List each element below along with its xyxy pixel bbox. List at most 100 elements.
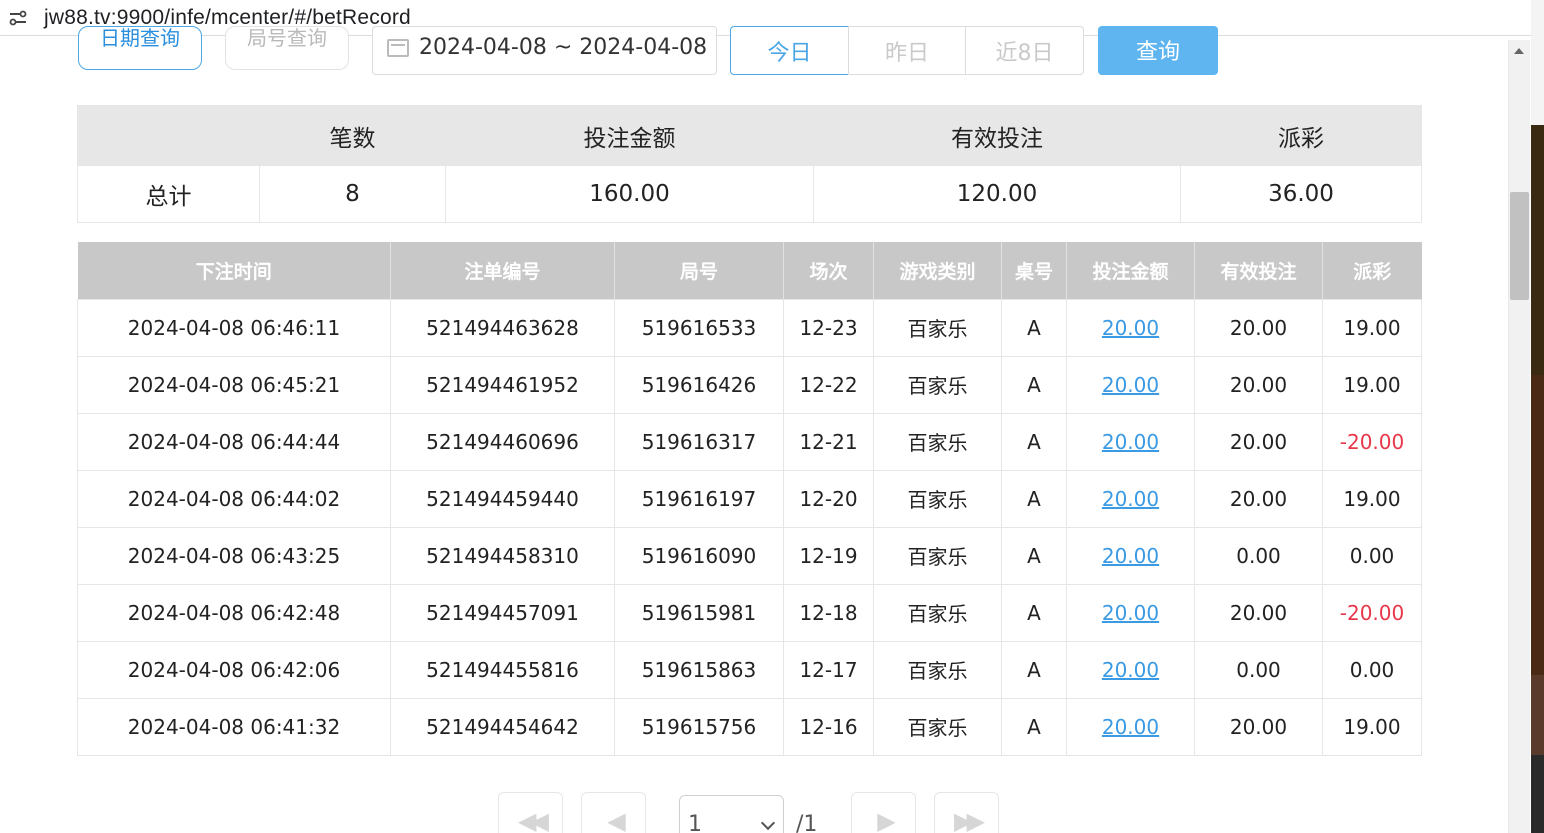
last-8-days-button[interactable]: 近8日 [965, 26, 1084, 75]
table-row: 2024-04-08 06:45:21 521494461952 519616426… [77, 355, 1422, 414]
bet-records-table: 下注时间 注单编号 局号 场次 游戏类别 桌号 投注金额 有效投注 派彩 202… [77, 242, 1422, 756]
cell-bet-time: 2024-04-08 06:42:06 [77, 640, 391, 699]
yesterday-button[interactable]: 昨日 [848, 26, 966, 75]
first-page-icon: ◀◀ [518, 807, 549, 833]
cell-bet-amount-link[interactable]: 20.00 [1066, 526, 1195, 585]
date-range-value: 2024-04-08 ~ 2024-04-08 [419, 35, 708, 60]
cell-bet-amount-link[interactable]: 20.00 [1066, 583, 1195, 642]
records-header-row: 下注时间 注单编号 局号 场次 游戏类别 桌号 投注金额 有效投注 派彩 [77, 242, 1422, 299]
calendar-icon [387, 39, 409, 57]
header-bet-time: 下注时间 [77, 242, 391, 299]
table-row: 2024-04-08 06:44:44 521494460696 519616317… [77, 412, 1422, 471]
table-row: 2024-04-08 06:42:06 521494455816 519615863… [77, 640, 1422, 699]
prev-page-button[interactable]: ◀ [581, 792, 646, 833]
summary-header-bet-amount: 投注金额 [445, 105, 814, 166]
cell-table-number: A [1001, 355, 1067, 414]
prev-page-icon: ◀ [607, 807, 626, 833]
cell-valid-bet: 20.00 [1194, 583, 1323, 642]
cell-payout: 19.00 [1322, 355, 1422, 414]
header-bet-amount: 投注金额 [1066, 242, 1195, 299]
cell-bet-amount-link[interactable]: 20.00 [1066, 412, 1195, 471]
cell-payout: 19.00 [1322, 697, 1422, 756]
summary-header-payout: 派彩 [1180, 105, 1422, 166]
summary-total-label: 总计 [77, 165, 260, 223]
cell-session: 12-23 [783, 298, 874, 357]
cell-round-number: 519616317 [614, 412, 784, 471]
table-row: 2024-04-08 06:42:48 521494457091 519615981… [77, 583, 1422, 642]
chevron-down-icon [760, 815, 776, 831]
summary-header-row: 笔数 投注金额 有效投注 派彩 [77, 105, 1422, 166]
cell-bet-amount-link[interactable]: 20.00 [1066, 697, 1195, 756]
cell-round-number: 519616533 [614, 298, 784, 357]
cell-order-number: 521494458310 [390, 526, 615, 585]
cell-round-number: 519616197 [614, 469, 784, 528]
cell-table-number: A [1001, 298, 1067, 357]
header-game-type: 游戏类别 [873, 242, 1002, 299]
cell-bet-amount-link[interactable]: 20.00 [1066, 298, 1195, 357]
summary-table: 笔数 投注金额 有效投注 派彩 总计 8 160.00 120.00 36.00 [77, 105, 1422, 223]
cell-session: 12-21 [783, 412, 874, 471]
summary-total-valid-bet: 120.00 [813, 165, 1181, 223]
page-scrollbar[interactable] [1508, 40, 1530, 833]
cell-order-number: 521494454642 [390, 697, 615, 756]
cell-valid-bet: 0.00 [1194, 640, 1323, 699]
cell-bet-time: 2024-04-08 06:41:32 [77, 697, 391, 756]
summary-total-row: 总计 8 160.00 120.00 36.00 [77, 165, 1422, 223]
cell-bet-amount-link[interactable]: 20.00 [1066, 640, 1195, 699]
round-query-button[interactable]: 局号查询 [225, 26, 349, 70]
cell-bet-amount-link[interactable]: 20.00 [1066, 355, 1195, 414]
filter-bar: 日期查询 局号查询 2024-04-08 ~ 2024-04-08 今日 昨日 … [0, 0, 1500, 80]
cell-game-type: 百家乐 [873, 583, 1002, 642]
records-body: 2024-04-08 06:46:11 521494463628 519616533… [77, 298, 1422, 756]
cell-bet-time: 2024-04-08 06:43:25 [77, 526, 391, 585]
date-range-picker[interactable]: 2024-04-08 ~ 2024-04-08 [372, 26, 717, 75]
cell-valid-bet: 20.00 [1194, 697, 1323, 756]
cell-order-number: 521494457091 [390, 583, 615, 642]
cell-round-number: 519616090 [614, 526, 784, 585]
scroll-up-arrow-icon[interactable] [1514, 48, 1524, 54]
cell-round-number: 519615756 [614, 697, 784, 756]
last-page-button[interactable]: ▶▶ [934, 792, 999, 833]
cell-order-number: 521494460696 [390, 412, 615, 471]
cell-valid-bet: 0.00 [1194, 526, 1323, 585]
cell-game-type: 百家乐 [873, 697, 1002, 756]
cell-bet-time: 2024-04-08 06:44:44 [77, 412, 391, 471]
header-table-number: 桌号 [1001, 242, 1067, 299]
cell-session: 12-16 [783, 697, 874, 756]
page-select-value: 1 [688, 812, 702, 833]
cell-payout: 19.00 [1322, 469, 1422, 528]
first-page-button[interactable]: ◀◀ [498, 792, 563, 833]
cell-game-type: 百家乐 [873, 526, 1002, 585]
cell-bet-amount-link[interactable]: 20.00 [1066, 469, 1195, 528]
date-query-button[interactable]: 日期查询 [78, 26, 202, 70]
cell-order-number: 521494463628 [390, 298, 615, 357]
cell-round-number: 519615863 [614, 640, 784, 699]
page-select[interactable]: 1 [679, 795, 784, 833]
cell-game-type: 百家乐 [873, 640, 1002, 699]
today-button[interactable]: 今日 [730, 26, 849, 75]
cell-order-number: 521494461952 [390, 355, 615, 414]
cell-valid-bet: 20.00 [1194, 412, 1323, 471]
cell-game-type: 百家乐 [873, 298, 1002, 357]
cell-bet-time: 2024-04-08 06:45:21 [77, 355, 391, 414]
summary-total-bet-amount: 160.00 [445, 165, 814, 223]
cell-bet-time: 2024-04-08 06:42:48 [77, 583, 391, 642]
header-valid-bet: 有效投注 [1194, 242, 1323, 299]
scrollbar-thumb[interactable] [1510, 192, 1529, 300]
cell-table-number: A [1001, 640, 1067, 699]
summary-header-count: 笔数 [259, 105, 446, 166]
cell-table-number: A [1001, 469, 1067, 528]
cell-session: 12-17 [783, 640, 874, 699]
cell-game-type: 百家乐 [873, 355, 1002, 414]
cell-session: 12-22 [783, 355, 874, 414]
summary-header-valid-bet: 有效投注 [813, 105, 1181, 166]
summary-header-blank [77, 105, 260, 166]
cell-bet-time: 2024-04-08 06:46:11 [77, 298, 391, 357]
query-button[interactable]: 查询 [1098, 26, 1218, 75]
cell-order-number: 521494455816 [390, 640, 615, 699]
next-page-button[interactable]: ▶ [851, 792, 916, 833]
cell-payout: 0.00 [1322, 526, 1422, 585]
cell-session: 12-20 [783, 469, 874, 528]
header-session: 场次 [783, 242, 874, 299]
cell-game-type: 百家乐 [873, 469, 1002, 528]
